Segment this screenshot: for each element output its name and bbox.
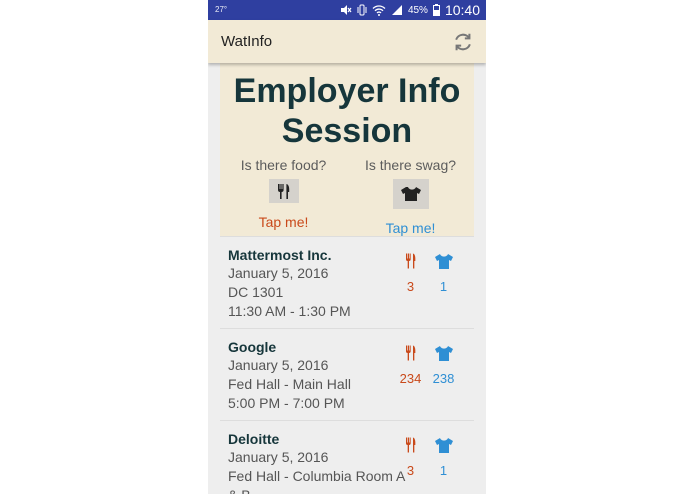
session-list: Mattermost Inc. January 5, 2016 DC 1301 … [220,236,474,494]
food-filter: Is there food? Tap me! [220,157,347,230]
food-count: 3 [406,279,415,294]
status-temperature: 27° [215,5,228,14]
status-icons: 45% 10:40 [340,2,480,18]
food-tap-link[interactable]: Tap me! [220,214,347,230]
swag-question: Is there swag? [364,157,457,173]
food-count: 3 [406,463,415,478]
swag-toggle-button[interactable] [392,179,429,209]
session-time: 5:00 PM - 7:00 PM [228,395,345,411]
swag-count: 1 [439,279,448,294]
food-count-column[interactable]: 3 [394,251,427,294]
battery-percent: 45% [407,4,428,16]
tshirt-icon [400,187,421,201]
app-title: WatInfo [221,33,273,50]
vibrate-icon [357,4,367,16]
session-row[interactable]: Mattermost Inc. January 5, 2016 DC 1301 … [220,236,474,328]
swag-count: 1 [439,463,448,478]
battery-icon [432,4,440,16]
mute-icon [340,5,352,15]
session-row[interactable]: Google January 5, 2016 Fed Hall - Main H… [220,328,474,420]
session-counts: 3 1 [394,251,460,301]
fork-knife-icon [405,437,415,453]
session-counts: 3 1 [394,435,460,485]
food-count-column[interactable]: 234 [394,343,427,386]
status-time: 10:40 [444,2,480,18]
session-row[interactable]: Deloitte January 5, 2016 Fed Hall - Colu… [220,420,474,494]
food-question: Is there food? [240,157,327,173]
swag-tap-link[interactable]: Tap me! [347,220,474,236]
signal-icon [391,5,402,15]
food-count: 234 [399,371,422,386]
refresh-icon[interactable] [452,31,474,53]
hero-card: Employer Info Session Is there food? Tap… [220,63,474,236]
page-title: Employer Info Session [233,72,461,150]
tshirt-icon [434,346,453,361]
swag-filter: Is there swag? Tap me! [347,157,474,236]
tshirt-icon [434,438,453,453]
swag-count-column[interactable]: 1 [427,435,460,478]
fork-knife-icon [405,345,415,361]
fork-knife-icon [405,253,415,269]
swag-count-column[interactable]: 238 [427,343,460,386]
food-toggle-button[interactable] [268,179,299,203]
content-area[interactable]: Employer Info Session Is there food? Tap… [208,63,486,494]
session-time: 11:30 AM - 1:30 PM [228,303,351,319]
session-location: Fed Hall - Columbia Room A & B [228,468,405,494]
swag-count-column[interactable]: 1 [427,251,460,294]
phone-screen: 27° 45% 10:40 WatInfo Employer Info Sess… [208,0,486,494]
session-counts: 234 238 [394,343,460,393]
tshirt-icon [434,254,453,269]
swag-count: 238 [432,371,455,386]
wifi-icon [372,5,386,16]
food-count-column[interactable]: 3 [394,435,427,478]
app-bar: WatInfo [208,20,486,63]
fork-knife-icon [277,184,289,199]
status-bar: 27° 45% 10:40 [208,0,486,20]
